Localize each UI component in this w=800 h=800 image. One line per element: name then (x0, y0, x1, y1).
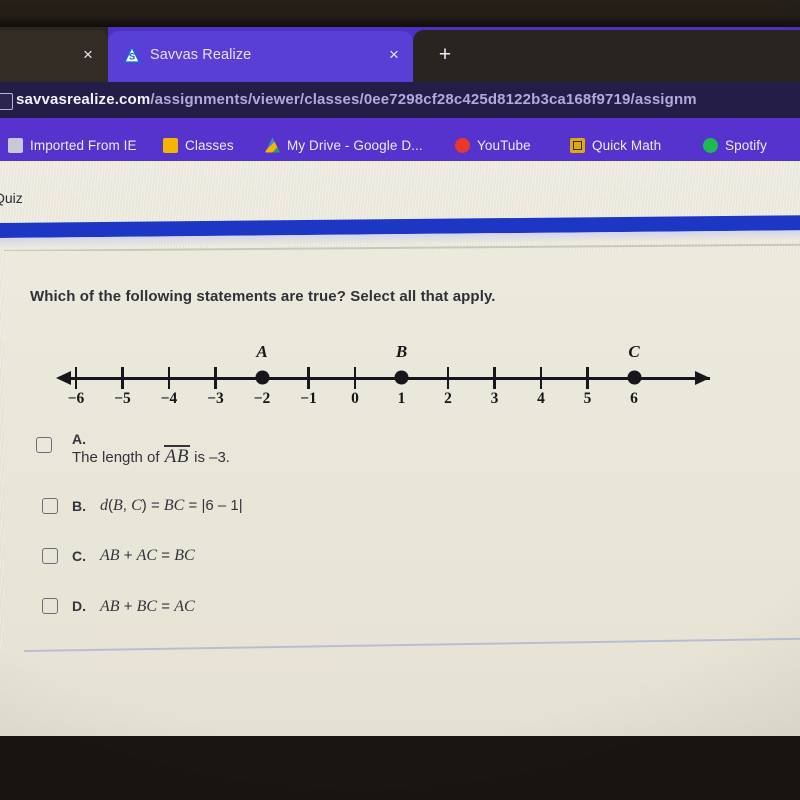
choice-text-run: , (122, 497, 132, 514)
bookmark-label: Imported From IE (30, 137, 137, 153)
choice-text-run: = |6 – 1| (184, 497, 243, 514)
number-line-tick (353, 367, 357, 389)
number-line-tick-label: −5 (114, 390, 131, 407)
bookmark-imported-from-ie[interactable]: Imported From IE (8, 134, 137, 156)
number-line-tick-label: −6 (67, 390, 85, 407)
page-below-card (0, 650, 800, 736)
point-b-label: B (395, 342, 408, 361)
number-line-tick (167, 367, 171, 389)
math-variable: C (131, 497, 142, 514)
point-a-label: A (256, 342, 268, 361)
monitor-bezel-bottom (0, 736, 800, 800)
number-line-tick-label: −2 (253, 390, 271, 407)
arrow-right-icon (695, 371, 710, 385)
choice-text-run: = (157, 547, 175, 564)
youtube-icon (455, 137, 470, 153)
point-a-marker (255, 371, 269, 384)
choice-text: AB + BC = AC (100, 598, 195, 616)
choice-letter: B. (72, 498, 86, 514)
checkbox-b[interactable] (42, 498, 58, 514)
breadcrumb: Quiz (0, 190, 23, 206)
tab-strip-empty-area (413, 30, 800, 83)
bookmark-my-drive-google-d[interactable]: My Drive - Google D... (265, 134, 423, 156)
bookmark-label: YouTube (477, 137, 531, 153)
point-c-label: C (628, 342, 640, 361)
number-line-tick (586, 367, 589, 389)
svg-text:S: S (129, 52, 135, 63)
new-tab-button[interactable]: + (434, 44, 456, 66)
number-line-tick-label: 4 (537, 390, 545, 407)
number-line-tick-label: 3 (490, 390, 499, 407)
close-tab-icon-left[interactable]: × (79, 45, 97, 65)
segment-notation: AB (163, 445, 191, 467)
math-variable: d (100, 497, 108, 514)
math-variable: BC (163, 497, 185, 514)
math-variable: BC (174, 547, 195, 564)
savvas-logo-icon: S (122, 45, 142, 65)
choice-letter: C. (72, 548, 86, 564)
number-line-tick-label: 5 (583, 390, 592, 407)
choice-text-run: is –3. (189, 449, 230, 466)
choice-letter: D. (72, 598, 86, 614)
question-prompt: Which of the following statements are tr… (30, 288, 496, 305)
number-line-tick (74, 367, 78, 389)
number-line-tick-label: −1 (300, 390, 317, 407)
google-drive-icon (265, 137, 280, 153)
number-line-figure: −6 −5 −4 −3 −2 −1 0 1 2 3 4 5 6 A B C (46, 338, 726, 416)
number-line-tick (121, 367, 124, 389)
screen-photo: × S Savvas Realize × + savvasrealize.com… (0, 0, 800, 800)
spotify-icon (703, 137, 718, 153)
choice-text-run: + (119, 598, 137, 615)
math-variable: BC (136, 598, 158, 615)
url-path: /assignments/viewer/classes/0ee7298cf28c… (150, 91, 697, 108)
bookmark-label: Classes (185, 137, 234, 153)
number-line-tick-label: 2 (444, 390, 452, 407)
bookmark-quick-math[interactable]: Quick Math (570, 134, 661, 156)
number-line-tick-label: −3 (207, 390, 224, 407)
monitor-bezel-top (0, 0, 800, 28)
number-line-tick-label: 1 (397, 390, 406, 407)
choice-text-run: + (119, 547, 137, 564)
bookmark-label: My Drive - Google D... (287, 137, 423, 153)
folder-icon (8, 137, 23, 153)
number-line-tick (539, 367, 543, 389)
number-line-tick (446, 367, 450, 389)
math-variable: AB (100, 547, 120, 564)
number-line-tick (307, 367, 310, 389)
quick-math-icon (570, 137, 585, 153)
checkbox-a[interactable] (36, 437, 52, 453)
bookmark-label: Quick Math (592, 137, 662, 153)
choice-text: The length of AB is –3. (72, 445, 230, 468)
tab-title: Savvas Realize (150, 47, 252, 63)
checkbox-c[interactable] (42, 548, 58, 564)
choice-text-run: The length of (72, 449, 164, 466)
google-classroom-icon (163, 137, 178, 153)
number-line-tick-label: 0 (351, 390, 359, 407)
bookmark-classes[interactable]: Classes (163, 134, 234, 156)
point-b-marker (395, 371, 408, 384)
close-tab-icon[interactable]: × (385, 45, 403, 65)
choice-text-run: = (157, 598, 175, 615)
url-text[interactable]: savvasrealize.com/assignments/viewer/cla… (16, 88, 697, 112)
number-line-tick (214, 367, 217, 389)
number-line-axis (62, 377, 710, 380)
math-variable: AC (174, 598, 195, 615)
math-variable: B (113, 497, 123, 514)
bookmark-youtube[interactable]: YouTube (455, 134, 531, 156)
number-line-tick-label: −4 (160, 390, 178, 407)
page-info-icon[interactable] (0, 93, 13, 110)
choice-text: AB + AC = BC (100, 547, 195, 565)
number-line-tick-label: 6 (630, 390, 638, 407)
checkbox-d[interactable] (42, 598, 58, 614)
math-variable: AB (100, 598, 120, 615)
math-variable: AC (136, 547, 158, 564)
number-line-tick (493, 367, 496, 389)
url-host: savvasrealize.com (16, 91, 151, 108)
point-c-marker (627, 371, 641, 384)
choice-letter: A. (72, 431, 86, 447)
choice-text: d(B, C) = BC = |6 – 1| (100, 497, 243, 515)
bookmark-spotify[interactable]: Spotify (703, 134, 767, 156)
bookmark-label: Spotify (725, 137, 767, 153)
choice-text-run: ) = (141, 497, 164, 514)
